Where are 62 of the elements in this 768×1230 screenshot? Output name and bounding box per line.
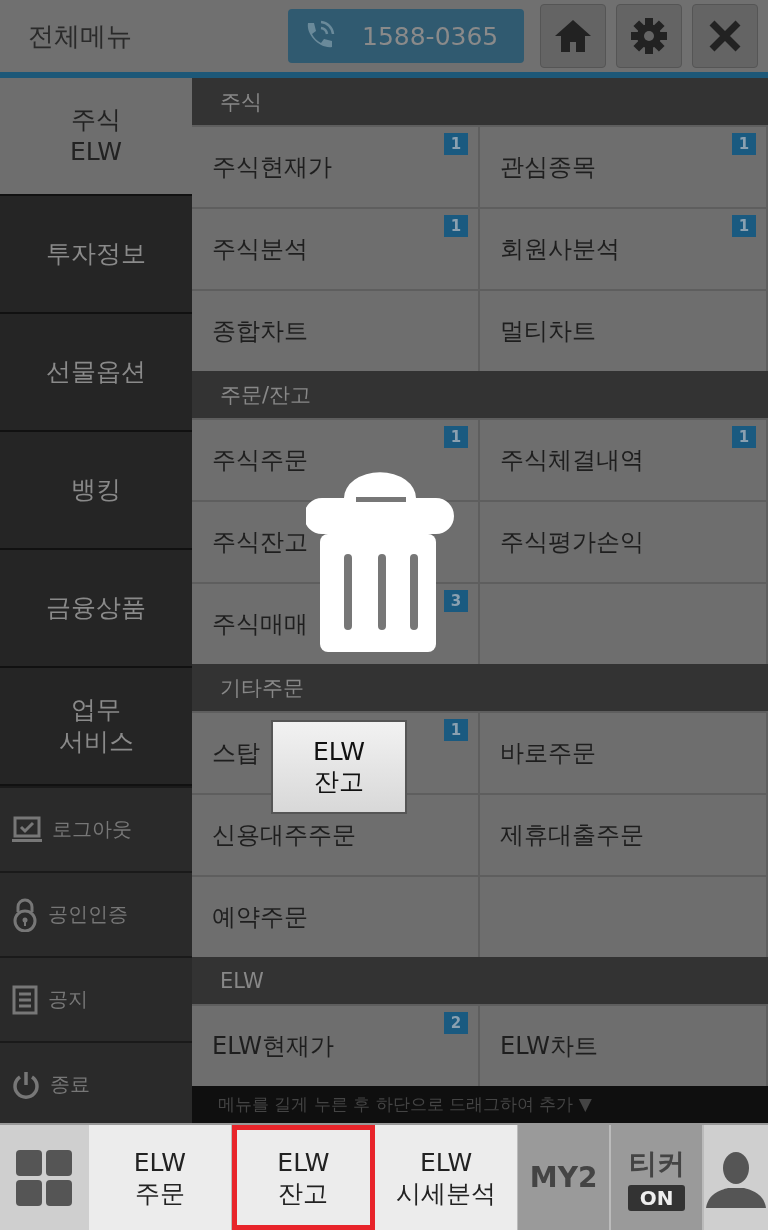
count-badge: 1 <box>732 426 756 448</box>
count-badge: 1 <box>444 133 468 155</box>
menu-item[interactable]: 제휴대출주문 <box>500 819 644 851</box>
quick-menu-tab[interactable]: ELW 주문 <box>88 1125 232 1230</box>
menu-item[interactable]: 예약주문 <box>212 901 308 933</box>
menu-item[interactable]: 스탑 <box>212 737 260 769</box>
count-badge: 1 <box>732 215 756 237</box>
quick-menu-tab[interactable]: ELW 시세분석 <box>375 1125 518 1230</box>
close-icon <box>708 19 742 53</box>
section-header: ELW <box>192 957 768 1004</box>
ticker-button[interactable]: 티커 ON <box>611 1125 702 1230</box>
drag-preview-button[interactable]: ELW 잔고 <box>271 720 407 814</box>
section-header: 기타주문 <box>192 664 768 711</box>
home-button[interactable] <box>540 4 606 68</box>
sidebar-tool-item[interactable]: 로그아웃 <box>0 786 192 871</box>
menu-item[interactable]: 바로주문 <box>500 737 596 769</box>
phone-button[interactable]: 1588-0365 <box>288 9 524 63</box>
window-title: 전체메뉴 <box>28 19 133 53</box>
menu-item[interactable]: 멀티차트 <box>500 315 596 347</box>
sidebar-tool-item[interactable]: 종료 <box>0 1041 192 1126</box>
menu-item[interactable]: 주식현재가 <box>212 151 332 183</box>
menu-item[interactable]: ELW차트 <box>500 1030 599 1062</box>
grid-icon <box>14 1147 75 1208</box>
quick-menu-tab[interactable]: ELW 잔고 <box>231 1125 376 1230</box>
menu-item[interactable]: 종합차트 <box>212 315 308 347</box>
sidebar-tool-item[interactable]: 공지 <box>0 956 192 1041</box>
sidebar-item[interactable]: 선물옵션 <box>0 314 192 432</box>
menu-item[interactable]: 주식잔고 <box>212 526 308 558</box>
sidebar-item[interactable]: 투자정보 <box>0 196 192 314</box>
menu-item[interactable]: ELW현재가 <box>212 1030 335 1062</box>
my-menu-button[interactable]: MY2 <box>518 1125 612 1230</box>
sidebar-item[interactable]: 뱅킹 <box>0 432 192 550</box>
close-button[interactable] <box>692 4 758 68</box>
section-header: 주문/잔고 <box>192 371 768 418</box>
lock-icon <box>12 897 38 932</box>
home-icon <box>553 18 593 54</box>
menu-item[interactable]: 관심종목 <box>500 151 596 183</box>
power-icon <box>12 1069 40 1100</box>
menu-item[interactable]: 신용대주주문 <box>212 819 356 851</box>
count-badge: 1 <box>444 215 468 237</box>
sidebar-item[interactable]: 주식 ELW <box>0 78 192 196</box>
document-icon <box>12 984 38 1015</box>
section-header: 주식 <box>192 78 768 125</box>
count-badge: 3 <box>444 590 468 612</box>
monitor-check-icon <box>12 815 42 844</box>
count-badge: 1 <box>444 719 468 741</box>
settings-icon <box>630 17 668 55</box>
menu-item[interactable]: 주식평가손익 <box>500 526 644 558</box>
menu-item[interactable]: 주식분석 <box>212 233 308 265</box>
settings-button[interactable] <box>616 4 682 68</box>
sidebar-tool-item[interactable]: 공인인증 <box>0 871 192 956</box>
menu-item[interactable]: 주식주문 <box>212 444 308 476</box>
menu-item[interactable]: 주식매매 <box>212 608 308 640</box>
count-badge: 2 <box>444 1012 468 1034</box>
count-badge: 1 <box>732 133 756 155</box>
count-badge: 1 <box>444 426 468 448</box>
menu-item[interactable]: 주식체결내역 <box>500 444 644 476</box>
profile-button[interactable] <box>702 1125 768 1230</box>
sidebar-item[interactable]: 업무 서비스 <box>0 668 192 786</box>
sidebar-item[interactable]: 금융상품 <box>0 550 192 668</box>
ticker-state: ON <box>627 1184 686 1211</box>
menu-item[interactable]: 회원사분석 <box>500 233 620 265</box>
